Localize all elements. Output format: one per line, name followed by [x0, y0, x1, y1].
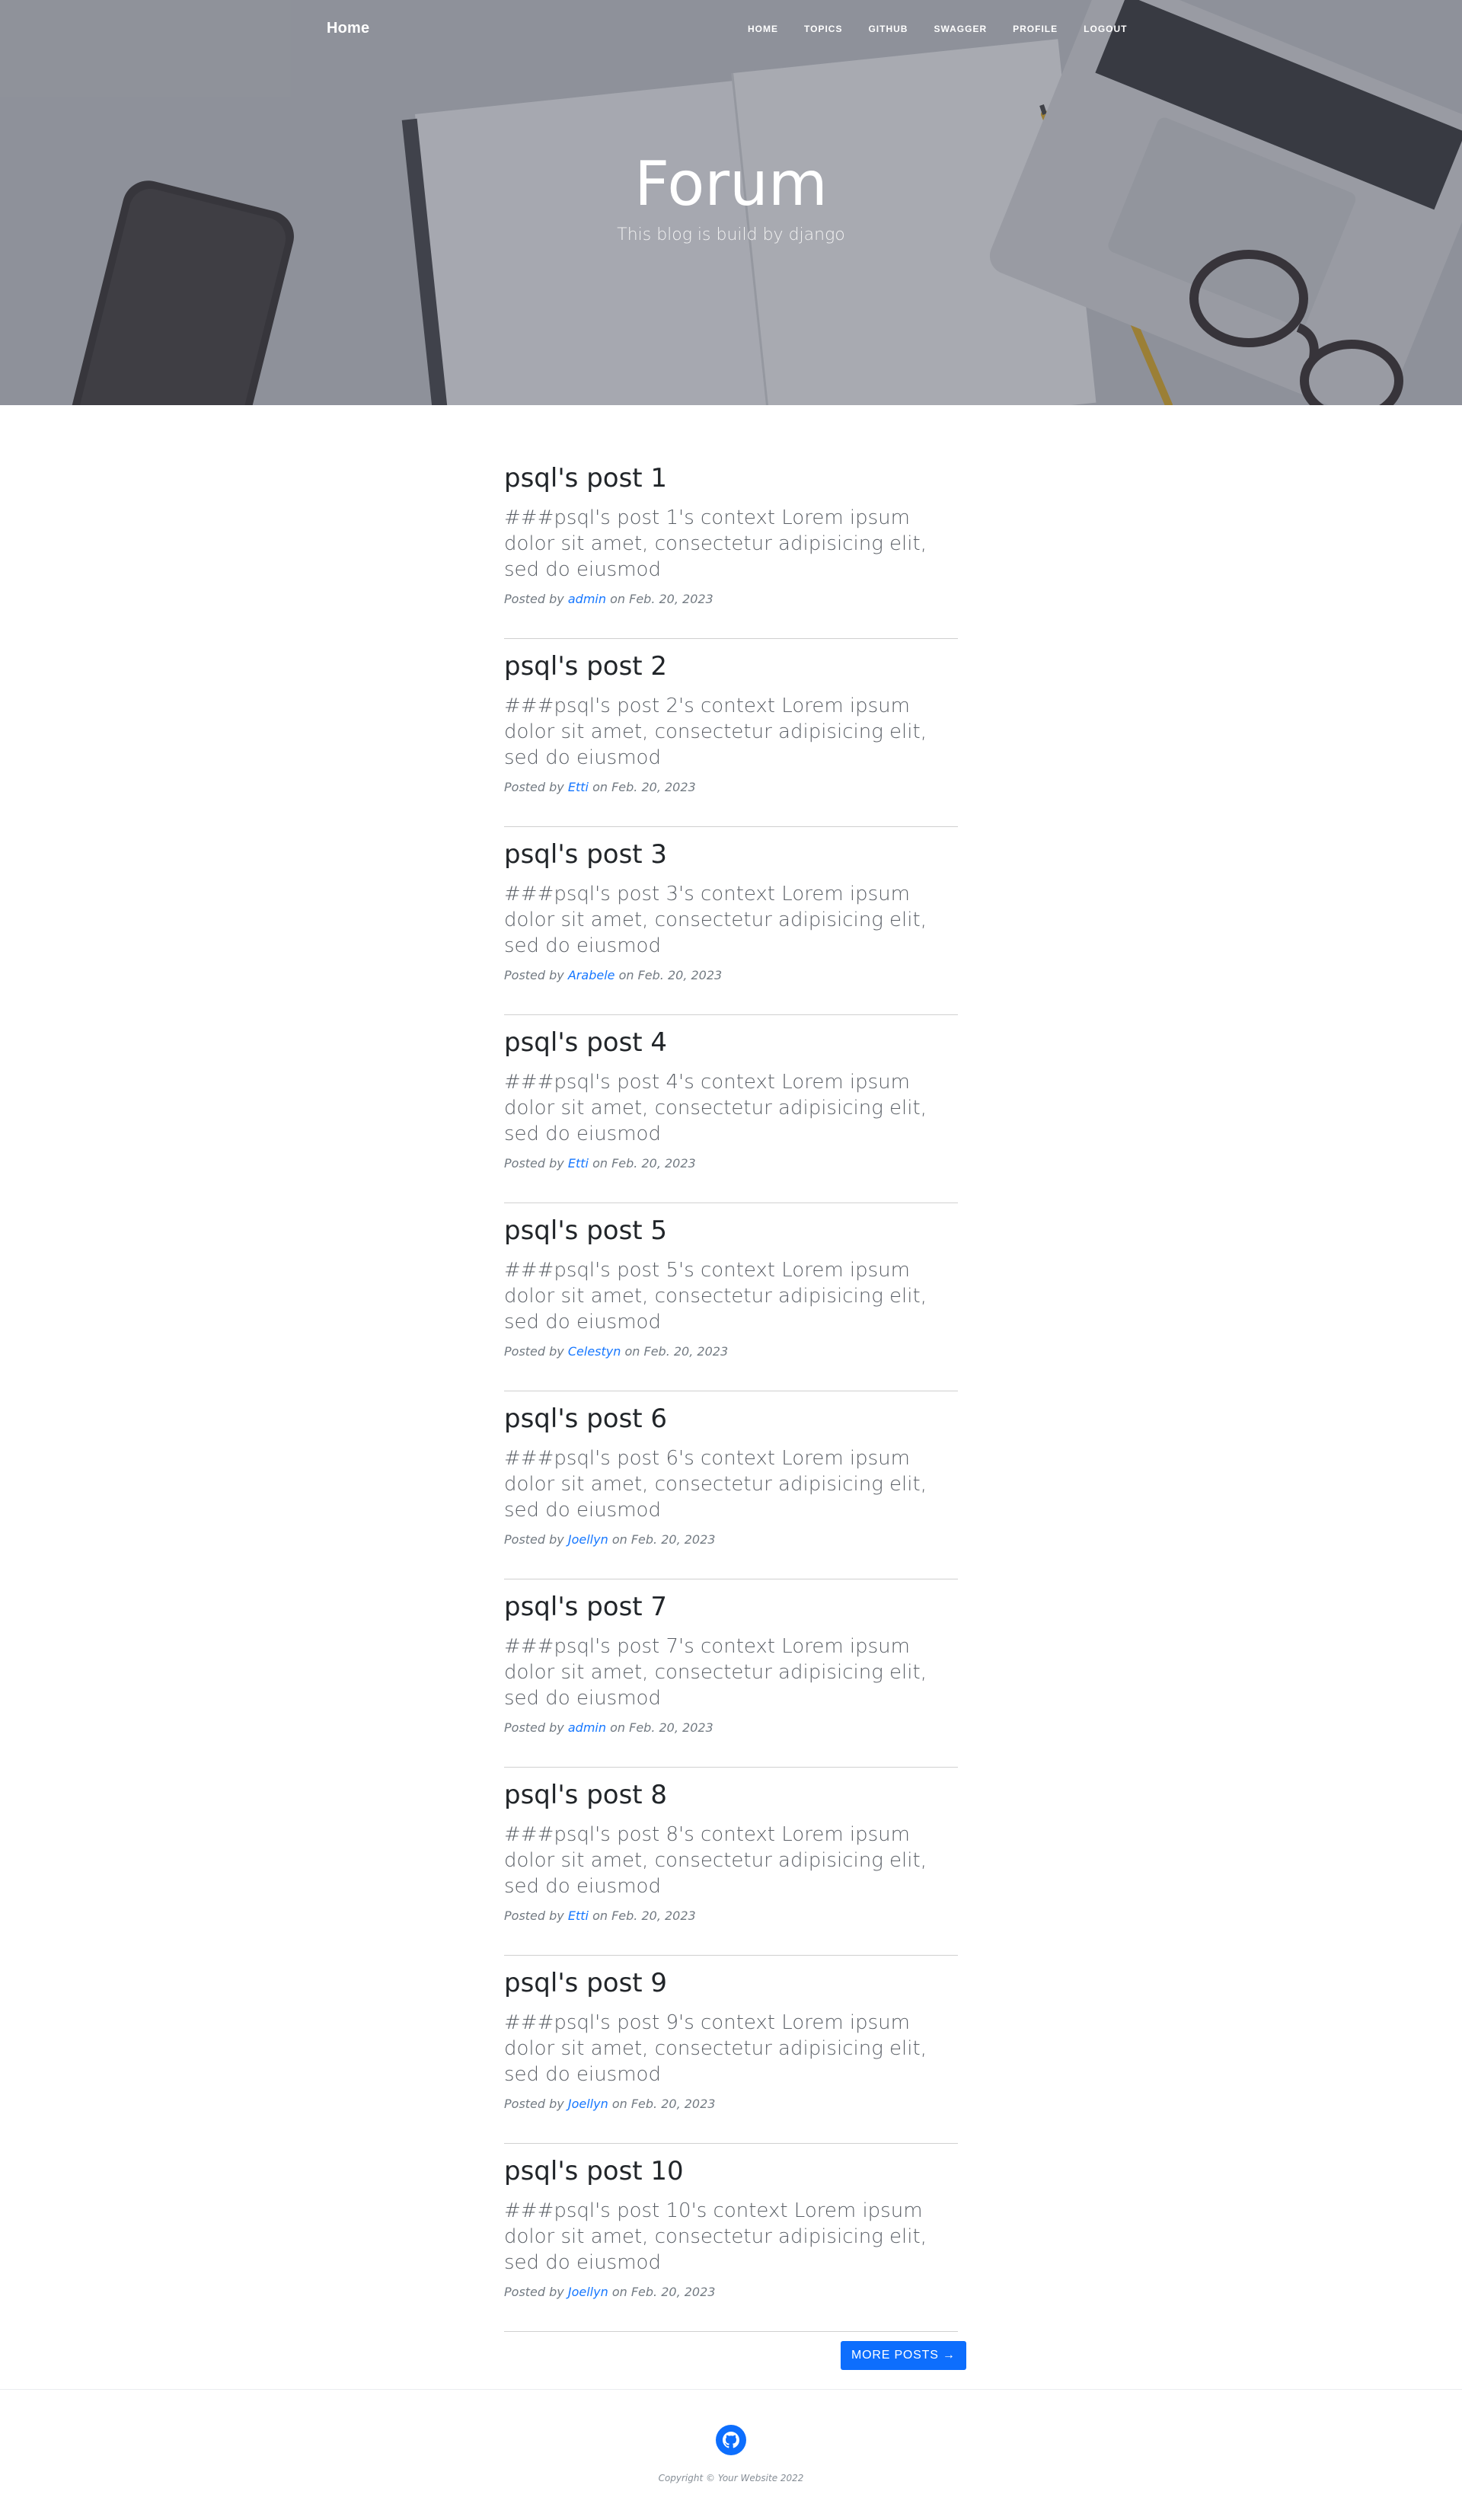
post-author-link[interactable]: Joellyn	[568, 1532, 608, 1547]
nav-link-topics[interactable]: TOPICS	[804, 24, 842, 34]
post-list: psql's post 1 ###psql's post 1's context…	[504, 463, 958, 2344]
post-title-link[interactable]: psql's post 1	[504, 463, 667, 494]
post-author-link[interactable]: Celestyn	[568, 1344, 621, 1359]
post-date: on Feb. 20, 2023	[611, 1532, 716, 1547]
post-excerpt[interactable]: ###psql's post 4's context Lorem ipsum d…	[504, 1069, 958, 1147]
post-title-link[interactable]: psql's post 2	[504, 651, 667, 682]
post-meta: Posted by Joellyn on Feb. 20, 2023	[504, 2097, 715, 2111]
nav-link-github[interactable]: GITHUB	[868, 24, 908, 34]
post-title-link[interactable]: psql's post 4	[504, 1027, 667, 1059]
post-preview: psql's post 10 ###psql's post 10's conte…	[504, 2156, 958, 2332]
post-meta: Posted by admin on Feb. 20, 2023	[504, 592, 713, 606]
nav-link-profile[interactable]: PROFILE	[1013, 24, 1058, 34]
post-title-link[interactable]: psql's post 8	[504, 1780, 667, 1811]
post-meta-prefix: Posted by	[504, 2097, 564, 2111]
post-title-link[interactable]: psql's post 9	[504, 1968, 667, 1999]
post-title-link[interactable]: psql's post 3	[504, 839, 667, 870]
post-excerpt[interactable]: ###psql's post 9's context Lorem ipsum d…	[504, 2010, 958, 2087]
post-date: on Feb. 20, 2023	[618, 968, 723, 982]
github-icon[interactable]	[716, 2425, 746, 2455]
post-author-link[interactable]: Joellyn	[568, 2285, 608, 2299]
post-meta-prefix: Posted by	[504, 592, 564, 606]
post-excerpt[interactable]: ###psql's post 3's context Lorem ipsum d…	[504, 881, 958, 959]
post-preview: psql's post 2 ###psql's post 2's context…	[504, 651, 958, 827]
page-subtitle: This blog is build by django	[617, 225, 845, 244]
github-icon-glyph	[723, 2432, 739, 2448]
nav-link-logout[interactable]: LOGOUT	[1084, 24, 1127, 34]
post-author-link[interactable]: Etti	[568, 1156, 589, 1171]
post-meta: Posted by Joellyn on Feb. 20, 2023	[504, 2285, 715, 2299]
post-title-link[interactable]: psql's post 5	[504, 1215, 667, 1247]
page-title: Forum	[634, 149, 828, 219]
post-date: on Feb. 20, 2023	[610, 592, 713, 606]
post-preview: psql's post 8 ###psql's post 8's context…	[504, 1780, 958, 1956]
post-preview: psql's post 3 ###psql's post 3's context…	[504, 839, 958, 1015]
post-preview: psql's post 4 ###psql's post 4's context…	[504, 1027, 958, 1203]
post-meta-prefix: Posted by	[504, 1720, 564, 1735]
post-date: on Feb. 20, 2023	[624, 1344, 729, 1359]
post-meta: Posted by Arabele on Feb. 20, 2023	[504, 968, 722, 982]
post-preview: psql's post 5 ###psql's post 5's context…	[504, 1215, 958, 1391]
post-meta-prefix: Posted by	[504, 1344, 564, 1359]
post-title-link[interactable]: psql's post 10	[504, 2156, 684, 2187]
post-meta: Posted by Etti on Feb. 20, 2023	[504, 1156, 696, 1171]
post-meta-prefix: Posted by	[504, 2285, 564, 2299]
post-author-link[interactable]: Arabele	[568, 968, 615, 982]
post-excerpt[interactable]: ###psql's post 6's context Lorem ipsum d…	[504, 1445, 958, 1523]
nav-link-swagger[interactable]: SWAGGER	[934, 24, 987, 34]
post-meta: Posted by admin on Feb. 20, 2023	[504, 1720, 713, 1735]
post-meta-prefix: Posted by	[504, 1532, 564, 1547]
post-author-link[interactable]: admin	[568, 1720, 606, 1735]
brand-home-link[interactable]: Home	[327, 20, 369, 37]
post-date: on Feb. 20, 2023	[610, 1720, 713, 1735]
post-excerpt[interactable]: ###psql's post 10's context Lorem ipsum …	[504, 2198, 958, 2276]
post-excerpt[interactable]: ###psql's post 7's context Lorem ipsum d…	[504, 1634, 958, 1711]
post-preview: psql's post 6 ###psql's post 6's context…	[504, 1404, 958, 1579]
post-title-link[interactable]: psql's post 7	[504, 1592, 667, 1623]
post-date: on Feb. 20, 2023	[611, 2285, 716, 2299]
post-title-link[interactable]: psql's post 6	[504, 1404, 667, 1435]
site-heading: Forum This blog is build by django	[0, 149, 1462, 245]
nav-link-home[interactable]: HOME	[748, 24, 778, 34]
post-author-link[interactable]: Etti	[568, 780, 589, 794]
post-excerpt[interactable]: ###psql's post 5's context Lorem ipsum d…	[504, 1257, 958, 1335]
nav-links: HOME TOPICS GITHUB SWAGGER PROFILE LOGOU…	[748, 24, 1153, 34]
post-preview: psql's post 1 ###psql's post 1's context…	[504, 463, 958, 639]
post-preview: psql's post 7 ###psql's post 7's context…	[504, 1592, 958, 1768]
post-meta-prefix: Posted by	[504, 1156, 564, 1171]
post-meta: Posted by Etti on Feb. 20, 2023	[504, 1908, 696, 1923]
copyright-text: Copyright © Your Website 2022	[658, 2473, 804, 2483]
more-posts-button[interactable]: MORE POSTS →	[841, 2341, 966, 2370]
post-meta-prefix: Posted by	[504, 780, 564, 794]
post-excerpt[interactable]: ###psql's post 1's context Lorem ipsum d…	[504, 505, 958, 583]
pager: MORE POSTS →	[841, 2341, 966, 2370]
footer: Copyright © Your Website 2022	[0, 2389, 1462, 2520]
post-excerpt[interactable]: ###psql's post 8's context Lorem ipsum d…	[504, 1822, 958, 1899]
top-navbar: Home HOME TOPICS GITHUB SWAGGER PROFILE …	[0, 0, 1462, 61]
post-meta: Posted by Etti on Feb. 20, 2023	[504, 780, 696, 794]
post-preview: psql's post 9 ###psql's post 9's context…	[504, 1968, 958, 2144]
post-author-link[interactable]: admin	[568, 592, 606, 606]
post-date: on Feb. 20, 2023	[592, 780, 696, 794]
post-date: on Feb. 20, 2023	[592, 1156, 696, 1171]
post-meta: Posted by Celestyn on Feb. 20, 2023	[504, 1344, 728, 1359]
post-excerpt[interactable]: ###psql's post 2's context Lorem ipsum d…	[504, 693, 958, 771]
post-author-link[interactable]: Etti	[568, 1908, 589, 1923]
post-meta-prefix: Posted by	[504, 1908, 564, 1923]
post-meta-prefix: Posted by	[504, 968, 564, 982]
post-meta: Posted by Joellyn on Feb. 20, 2023	[504, 1532, 715, 1547]
post-date: on Feb. 20, 2023	[592, 1908, 696, 1923]
post-date: on Feb. 20, 2023	[611, 2097, 716, 2111]
masthead: Home HOME TOPICS GITHUB SWAGGER PROFILE …	[0, 0, 1462, 405]
post-author-link[interactable]: Joellyn	[568, 2097, 608, 2111]
